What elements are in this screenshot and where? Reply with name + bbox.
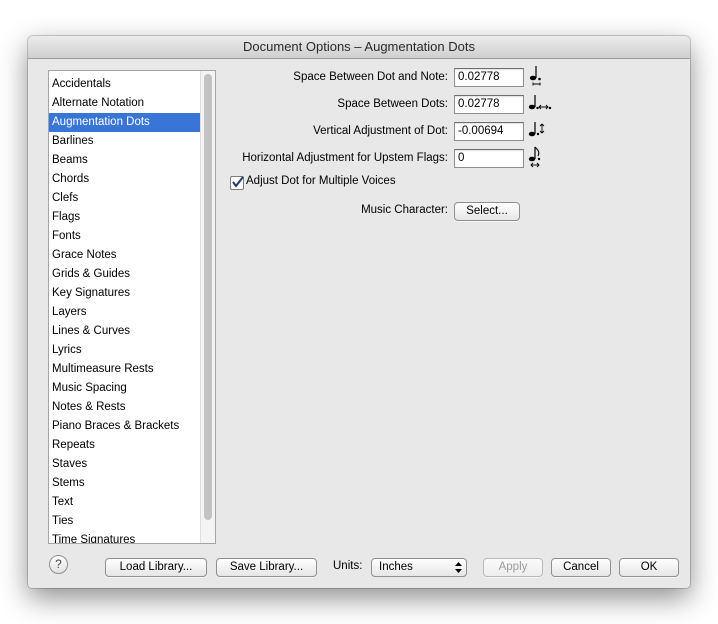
vertical-adjust-label: Vertical Adjustment of Dot: [313, 125, 448, 137]
category-item-music-spacing[interactable]: Music Spacing [49, 379, 203, 398]
category-item-ties[interactable]: Ties [49, 512, 203, 531]
upstem-flag-adjust-icon [528, 146, 541, 168]
category-item-staves[interactable]: Staves [49, 455, 203, 474]
apply-button[interactable]: Apply [483, 558, 543, 577]
category-item-multimeasure-rests[interactable]: Multimeasure Rests [49, 360, 203, 379]
category-item-time-signatures[interactable]: Time Signatures [49, 531, 203, 543]
category-item-fonts[interactable]: Fonts [49, 227, 203, 246]
vertical-adjust-field[interactable] [454, 122, 524, 141]
category-item-alternate-notation[interactable]: Alternate Notation [49, 94, 203, 113]
dot-note-space-label: Space Between Dot and Note: [293, 71, 448, 83]
category-item-chords[interactable]: Chords [49, 170, 203, 189]
category-item-grids-and-guides[interactable]: Grids & Guides [49, 265, 203, 284]
category-item-clefs[interactable]: Clefs [49, 189, 203, 208]
help-button[interactable]: ? [49, 555, 68, 574]
select-music-character-button[interactable]: Select... [454, 202, 520, 221]
horizontal-upstem-field[interactable] [454, 149, 524, 168]
load-library-button[interactable]: Load Library... [105, 558, 207, 577]
dots-space-field[interactable] [454, 95, 524, 114]
category-item-augmentation-dots[interactable]: Augmentation Dots [49, 113, 203, 132]
category-item-text[interactable]: Text [49, 493, 203, 512]
category-item-lyrics[interactable]: Lyrics [49, 341, 203, 360]
checkmark-icon [232, 176, 244, 188]
category-item-flags[interactable]: Flags [49, 208, 203, 227]
category-item-accidentals[interactable]: Accidentals [49, 75, 203, 94]
updown-arrows-icon [455, 562, 462, 573]
units-value: Inches [379, 561, 413, 573]
dot-note-spacing-icon [529, 66, 541, 86]
units-select[interactable]: Inches [371, 558, 467, 577]
dot-note-space-field[interactable] [454, 68, 524, 87]
dots-space-label: Space Between Dots: [337, 98, 448, 110]
dots-spacing-icon [528, 95, 552, 110]
category-item-notes-and-rests[interactable]: Notes & Rests [49, 398, 203, 417]
category-item-layers[interactable]: Layers [49, 303, 203, 322]
category-list-scrollbar[interactable] [200, 71, 215, 543]
vertical-dot-adjust-icon [528, 122, 545, 137]
save-library-button[interactable]: Save Library... [216, 558, 317, 577]
multiple-voices-label[interactable]: Adjust Dot for Multiple Voices [246, 175, 396, 187]
category-item-piano-braces-and-brackets[interactable]: Piano Braces & Brackets [49, 417, 203, 436]
units-label: Units: [333, 560, 363, 572]
category-item-stems[interactable]: Stems [49, 474, 203, 493]
category-item-beams[interactable]: Beams [49, 151, 203, 170]
ok-button[interactable]: OK [619, 558, 679, 577]
cancel-button[interactable]: Cancel [551, 558, 611, 577]
category-item-key-signatures[interactable]: Key Signatures [49, 284, 203, 303]
category-item-barlines[interactable]: Barlines [49, 132, 203, 151]
music-character-label: Music Character: [361, 204, 448, 216]
category-item-lines-and-curves[interactable]: Lines & Curves [49, 322, 203, 341]
multiple-voices-checkbox[interactable] [230, 176, 244, 190]
document-options-dialog: Document Options – Augmentation Dots Acc… [28, 36, 690, 588]
window-title: Document Options – Augmentation Dots [28, 36, 690, 59]
scrollbar-thumb[interactable] [204, 74, 212, 520]
horizontal-upstem-label: Horizontal Adjustment for Upstem Flags: [242, 152, 448, 164]
category-list[interactable]: Accidentals Alternate Notation Augmentatio… [48, 70, 216, 544]
category-item-repeats[interactable]: Repeats [49, 436, 203, 455]
category-item-grace-notes[interactable]: Grace Notes [49, 246, 203, 265]
